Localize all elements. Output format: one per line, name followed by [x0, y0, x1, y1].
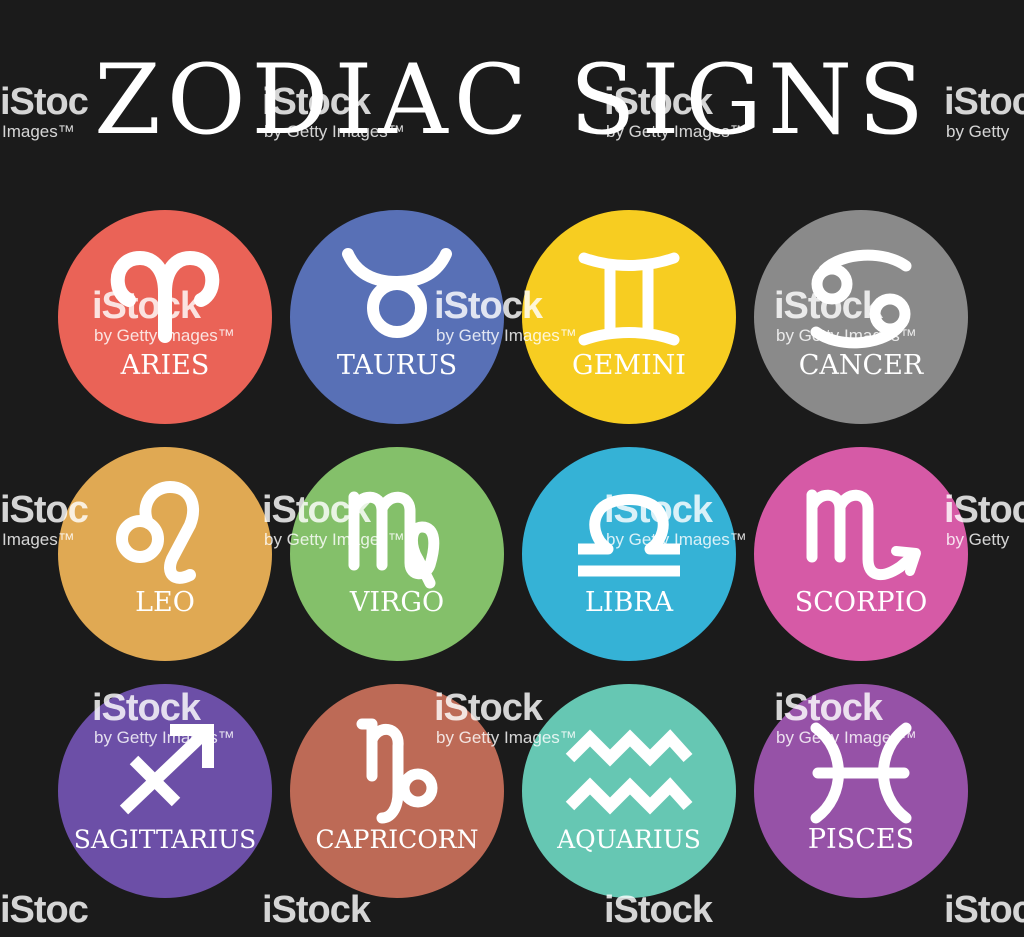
sign-label-libra: LIBRA: [584, 587, 674, 618]
gemini-icon: [578, 252, 680, 346]
sign-label-aries: ARIES: [120, 350, 210, 381]
aquarius-circle: AQUARIUS: [522, 684, 736, 898]
aries-icon: [110, 251, 220, 343]
page-title: ZODIAC SIGNS: [94, 44, 930, 156]
cancer-circle: CANCER: [754, 210, 968, 424]
sign-label-cancer: CANCER: [798, 350, 924, 381]
cancer-icon: [810, 249, 912, 349]
sign-label-gemini: GEMINI: [572, 350, 686, 381]
pisces-circle: PISCES: [754, 684, 968, 898]
sagittarius-icon: [119, 724, 214, 815]
capricorn-circle: CAPRICORN: [290, 684, 504, 898]
sign-label-virgo: VIRGO: [349, 587, 445, 618]
taurus-circle: TAURUS: [290, 210, 504, 424]
libra-circle: LIBRA: [522, 447, 736, 661]
aquarius-icon: [565, 729, 693, 815]
sign-label-aquarius: AQUARIUS: [557, 825, 701, 854]
virgo-icon: [348, 491, 440, 589]
sign-label-sagittarius: SAGITTARIUS: [73, 825, 257, 854]
sign-label-scorpio: SCORPIO: [794, 587, 928, 618]
scorpio-circle: SCORPIO: [754, 447, 968, 661]
capricorn-icon: [356, 718, 438, 824]
sign-label-pisces: PISCES: [807, 824, 915, 855]
leo-icon: [116, 480, 200, 584]
pisces-icon: [810, 722, 912, 824]
aries-circle: ARIES: [58, 210, 272, 424]
sign-label-leo: LEO: [135, 587, 195, 618]
scorpio-icon: [806, 489, 921, 580]
leo-circle: LEO: [58, 447, 272, 661]
libra-icon: [578, 494, 680, 577]
taurus-icon: [342, 248, 452, 338]
sagittarius-circle: SAGITTARIUS: [58, 684, 272, 898]
virgo-circle: VIRGO: [290, 447, 504, 661]
sign-label-taurus: TAURUS: [336, 350, 458, 381]
sign-label-capricorn: CAPRICORN: [315, 825, 479, 854]
zodiac-poster: ZODIAC SIGNS ARIES TAURUS GEMINI CANCER …: [0, 0, 1024, 937]
gemini-circle: GEMINI: [522, 210, 736, 424]
